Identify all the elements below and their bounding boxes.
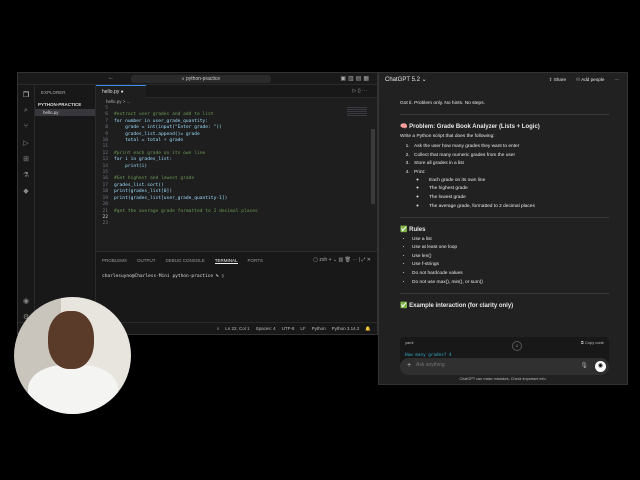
rule: Use at least one loop (412, 245, 609, 250)
rule: Use a list (412, 237, 609, 242)
tab-terminal[interactable]: TERMINAL (214, 258, 238, 264)
status-interpreter[interactable]: Python 3.14.2 (332, 326, 360, 332)
print-item: Each grade on its own line (426, 178, 609, 183)
run-icon[interactable]: ▷ ▯ ⋯ (353, 88, 367, 94)
step: Collect that many numeric grades from th… (411, 153, 609, 158)
editor: hello.py ● ▷ ▯ ⋯ hello.py > ... 5 6 #extra… (96, 85, 377, 251)
search-icon[interactable]: ⌕ (18, 107, 34, 117)
person-head (48, 311, 94, 369)
explorer-sidebar: EXPLORER PYTHON-PRACTICE hello.py (35, 85, 96, 322)
tab-label: hello.py (102, 89, 120, 95)
print-item: The highest grade (426, 186, 609, 191)
print-item: The average grade, formatted to 2 decima… (426, 204, 609, 209)
copy-code-button[interactable]: ⧉ Copy code (581, 340, 604, 345)
share-button[interactable]: ⇪ Share (549, 77, 566, 83)
add-people-label: Add people (581, 77, 605, 82)
problem-title: 🧠 Problem: Grade Book Analyzer (Lists + … (400, 124, 540, 130)
search-label: python-practice (186, 76, 221, 82)
print-item: The lowest grade (426, 195, 609, 200)
status-eol[interactable]: LF (300, 326, 305, 332)
file-hello-py[interactable]: hello.py (35, 109, 95, 116)
explorer-title: EXPLORER (41, 90, 66, 95)
step-label: Print: (414, 169, 426, 175)
code-lang: yaml (405, 340, 414, 345)
line-text: total = total + grade (114, 138, 184, 144)
activity-bar: ❐ ⌕ ⑂ ▷ ⊞ ⚗ ◆ ◉ ⚙ (18, 85, 35, 322)
status-position[interactable]: Ln 22, Col 1 (225, 326, 249, 332)
shell-label: zsh (319, 257, 328, 263)
tab-debug-console[interactable]: DEBUG CONSOLE (166, 258, 205, 264)
source-control-icon[interactable]: ⑂ (18, 123, 34, 133)
account-icon[interactable]: ◉ (18, 297, 34, 307)
python-icon[interactable]: ◆ (18, 187, 34, 197)
plus-icon[interactable]: + (407, 362, 411, 369)
rule: Do not use max(), min(), or sum() (412, 280, 609, 285)
rule: Use f-strings (412, 262, 609, 267)
scrollbar[interactable] (371, 129, 375, 204)
add-people-button[interactable]: ⚇ Add people (576, 77, 604, 83)
step: Ask the user how many grades they want t… (411, 144, 609, 149)
layout-icons[interactable]: ▣▥▤▦ (340, 75, 371, 82)
share-label: Share (553, 77, 566, 82)
step: Store all grades in a list (411, 161, 609, 166)
line-number: 23 (102, 221, 108, 227)
more-icon[interactable]: ⋯ (614, 77, 619, 83)
assistant-message: Got it. Problem only. No hints. No steps… (400, 101, 609, 313)
minimap[interactable] (347, 107, 367, 117)
tab-ports[interactable]: PORTS (248, 258, 263, 264)
composer: + 🎙 ◉ (400, 358, 609, 375)
intro-text: Got it. Problem only. No hints. No steps… (400, 101, 485, 106)
terminal-output[interactable]: charlesuyno@Charless-Mini python-practic… (96, 270, 377, 283)
mic-icon[interactable]: 🎙 (580, 362, 588, 369)
line-text: print(grades_list[user_grade_quantity-1]… (114, 195, 228, 201)
prompt-input[interactable] (416, 362, 566, 368)
problem-desc: Write a Python script that does the foll… (400, 134, 495, 139)
code-line[interactable]: 23 (96, 221, 377, 227)
zoom-icon[interactable]: ⌕ (217, 326, 220, 332)
tab-hello-py[interactable]: hello.py ● (96, 85, 146, 98)
breadcrumb[interactable]: hello.py > ... (96, 98, 377, 106)
webcam-overlay (14, 297, 131, 414)
title-bar: ← ⌕ python-practice ▣▥▤▦ (18, 73, 377, 85)
rule: Use len() (412, 254, 609, 259)
person-body (28, 365, 118, 414)
line-text: #get the average grade formatted to 2 de… (114, 208, 258, 214)
terminal-actions[interactable]: ▢ zsh + ⌄ ▥ 🗑 ⋯ | ⤢ ✕ (313, 257, 371, 263)
chatgpt-window: ChatGPT 5.2 ⌄ ⇪ Share ⚇ Add people ⋯ Got… (378, 72, 628, 385)
copy-label: Copy code (584, 340, 604, 345)
status-language[interactable]: Python (312, 326, 326, 332)
status-spaces[interactable]: Spaces: 4 (256, 326, 276, 332)
command-center-search[interactable]: ⌕ python-practice (131, 75, 271, 83)
tab-output[interactable]: OUTPUT (137, 258, 156, 264)
back-icon[interactable]: ← (108, 75, 114, 81)
voice-button[interactable]: ◉ (595, 361, 606, 372)
step: Print: Each grade on its own line The hi… (411, 170, 609, 209)
run-debug-icon[interactable]: ▷ (18, 139, 34, 149)
status-encoding[interactable]: UTF-8 (282, 326, 295, 332)
scroll-down-icon[interactable]: ↓ (512, 341, 522, 351)
line-text: print(i) (114, 163, 148, 169)
bell-icon[interactable]: 🔔 (365, 326, 371, 332)
rules-title: ✅ Rules (400, 226, 426, 233)
example-title: ✅ Example interaction (for clarity only) (400, 302, 514, 309)
model-selector[interactable]: ChatGPT 5.2 ⌄ (385, 76, 427, 83)
disclaimer: ChatGPT can make mistakes. Check importa… (459, 377, 547, 381)
rule: Do not hardcode values (412, 271, 609, 276)
model-label: ChatGPT 5.2 (385, 77, 420, 83)
tab-problems[interactable]: PROBLEMS (102, 258, 127, 264)
terminal-prompt: charlesuyno@Charless-Mini python-practic… (102, 274, 222, 279)
code-area[interactable]: 5 6 #extract user grades and add to list 7 f… (96, 106, 377, 228)
vscode-window: ← ⌕ python-practice ▣▥▤▦ ❐ ⌕ ⑂ ▷ ⊞ ⚗ ◆ ◉… (17, 72, 378, 335)
project-folder[interactable]: PYTHON-PRACTICE (35, 100, 95, 109)
terminal-panel: PROBLEMS OUTPUT DEBUG CONSOLE TERMINAL P… (96, 251, 377, 322)
testing-icon[interactable]: ⚗ (18, 171, 34, 181)
explorer-icon[interactable]: ❐ (18, 91, 34, 101)
extensions-icon[interactable]: ⊞ (18, 155, 34, 165)
